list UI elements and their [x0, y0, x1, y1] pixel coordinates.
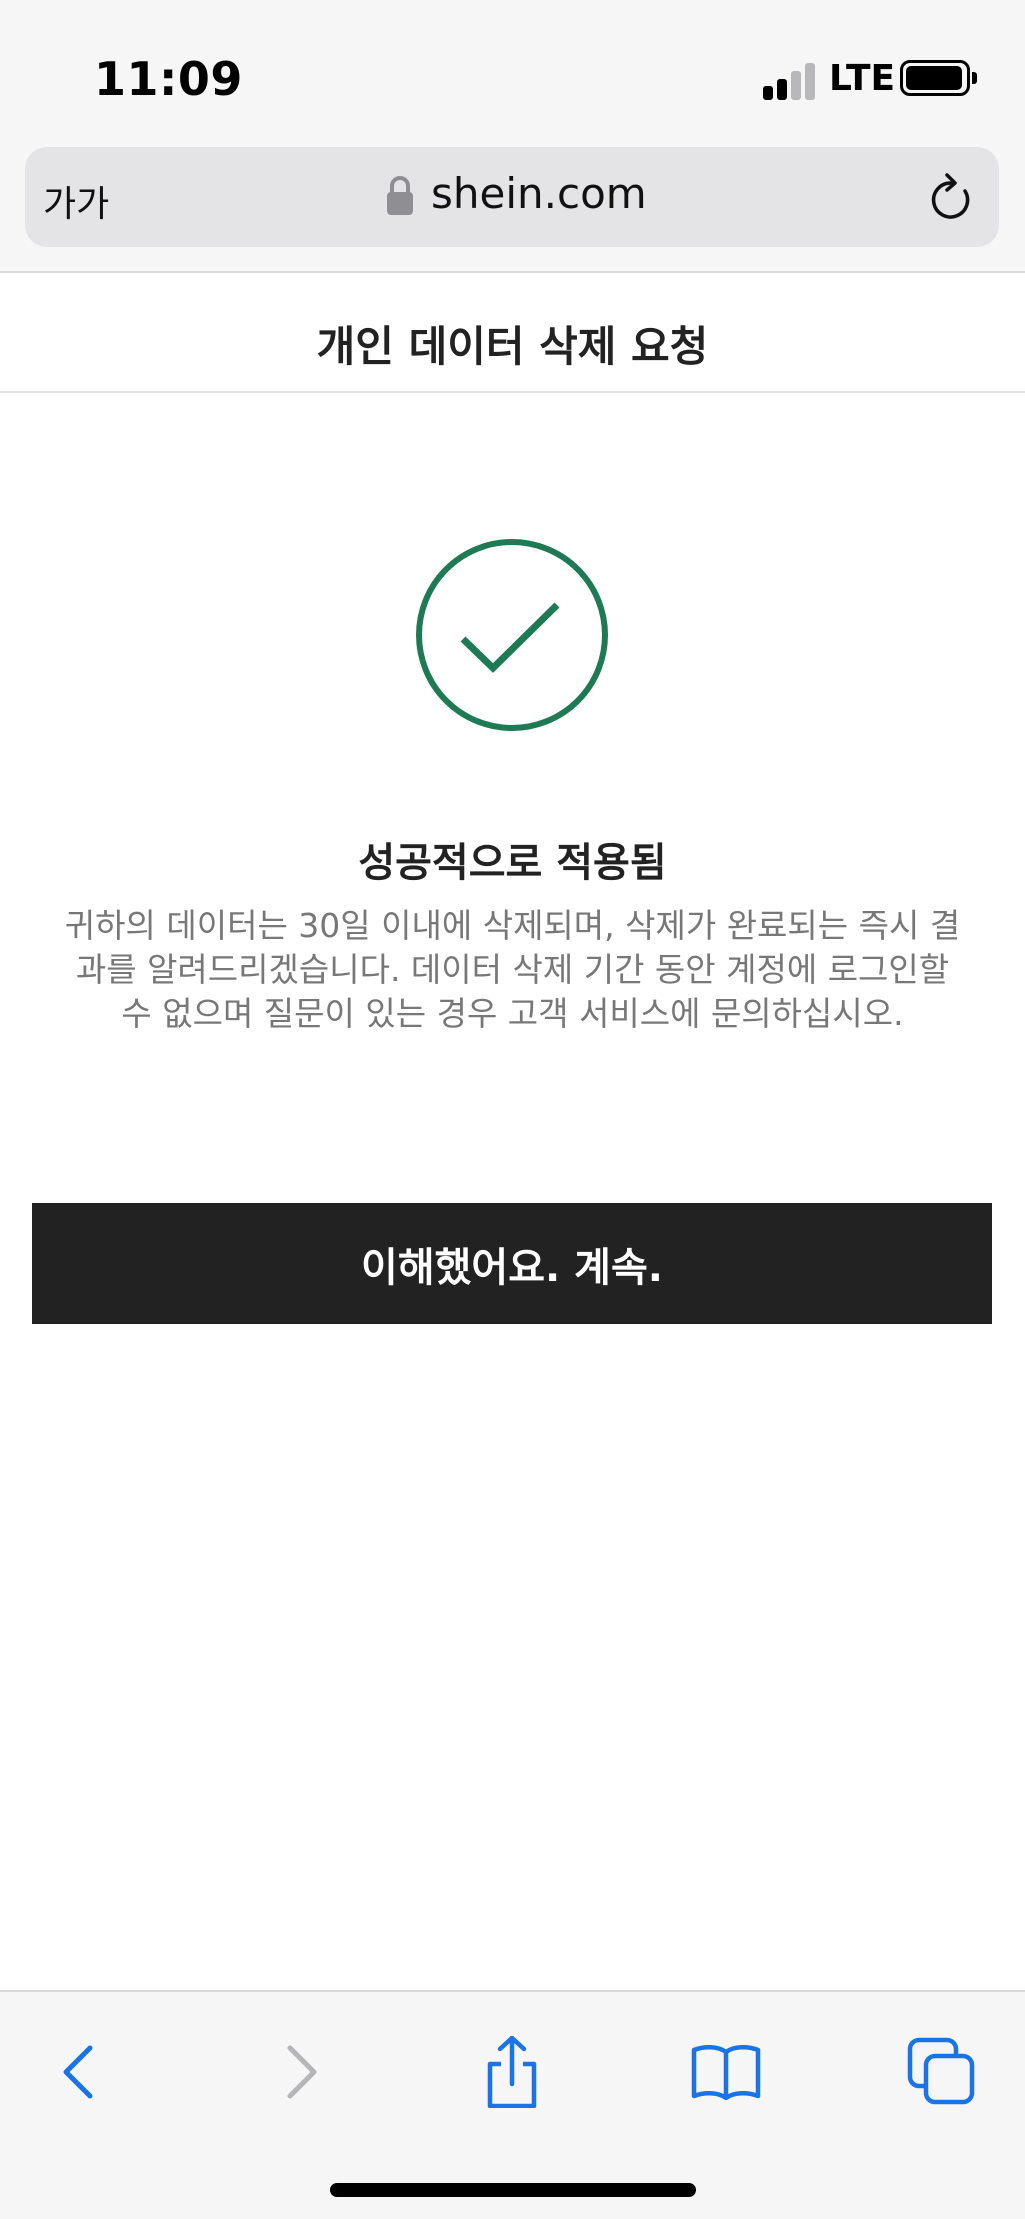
- share-icon[interactable]: [476, 2036, 548, 2108]
- network-type: LTE: [829, 58, 896, 99]
- bookmarks-icon[interactable]: [690, 2036, 762, 2108]
- page-title: 개인 데이터 삭제 요청: [316, 322, 709, 371]
- battery-icon: [900, 60, 970, 96]
- success-description: 귀하의 데이터는 30일 이내에 삭제되며, 삭제가 완료되는 즉시 결과를 알…: [64, 906, 961, 1033]
- cellular-signal-icon: [763, 62, 825, 100]
- url-text[interactable]: shein.com: [431, 169, 647, 218]
- address-bar[interactable]: 가가 shein.com: [25, 147, 999, 247]
- screen: 11:09 LTE 가가 shein.com 개인 데이터 삭제 요청 성공적으…: [0, 0, 1025, 2219]
- text-size-button[interactable]: 가가: [43, 175, 109, 227]
- confirm-continue-button[interactable]: 이해했어요. 계속.: [32, 1203, 992, 1324]
- forward-icon[interactable]: [264, 2036, 336, 2108]
- reload-icon[interactable]: [925, 169, 977, 225]
- page-header: 개인 데이터 삭제 요청: [0, 275, 1025, 393]
- back-icon[interactable]: [44, 2036, 116, 2108]
- tabs-icon[interactable]: [906, 2036, 978, 2108]
- browser-top-chrome: 11:09 LTE 가가 shein.com: [0, 0, 1025, 273]
- battery-tip: [972, 72, 977, 84]
- success-check-icon: [416, 539, 608, 731]
- home-indicator: [330, 2183, 696, 2197]
- success-title: 성공적으로 적용됨: [358, 840, 667, 886]
- status-time: 11:09: [94, 52, 243, 106]
- lock-icon: [387, 176, 413, 215]
